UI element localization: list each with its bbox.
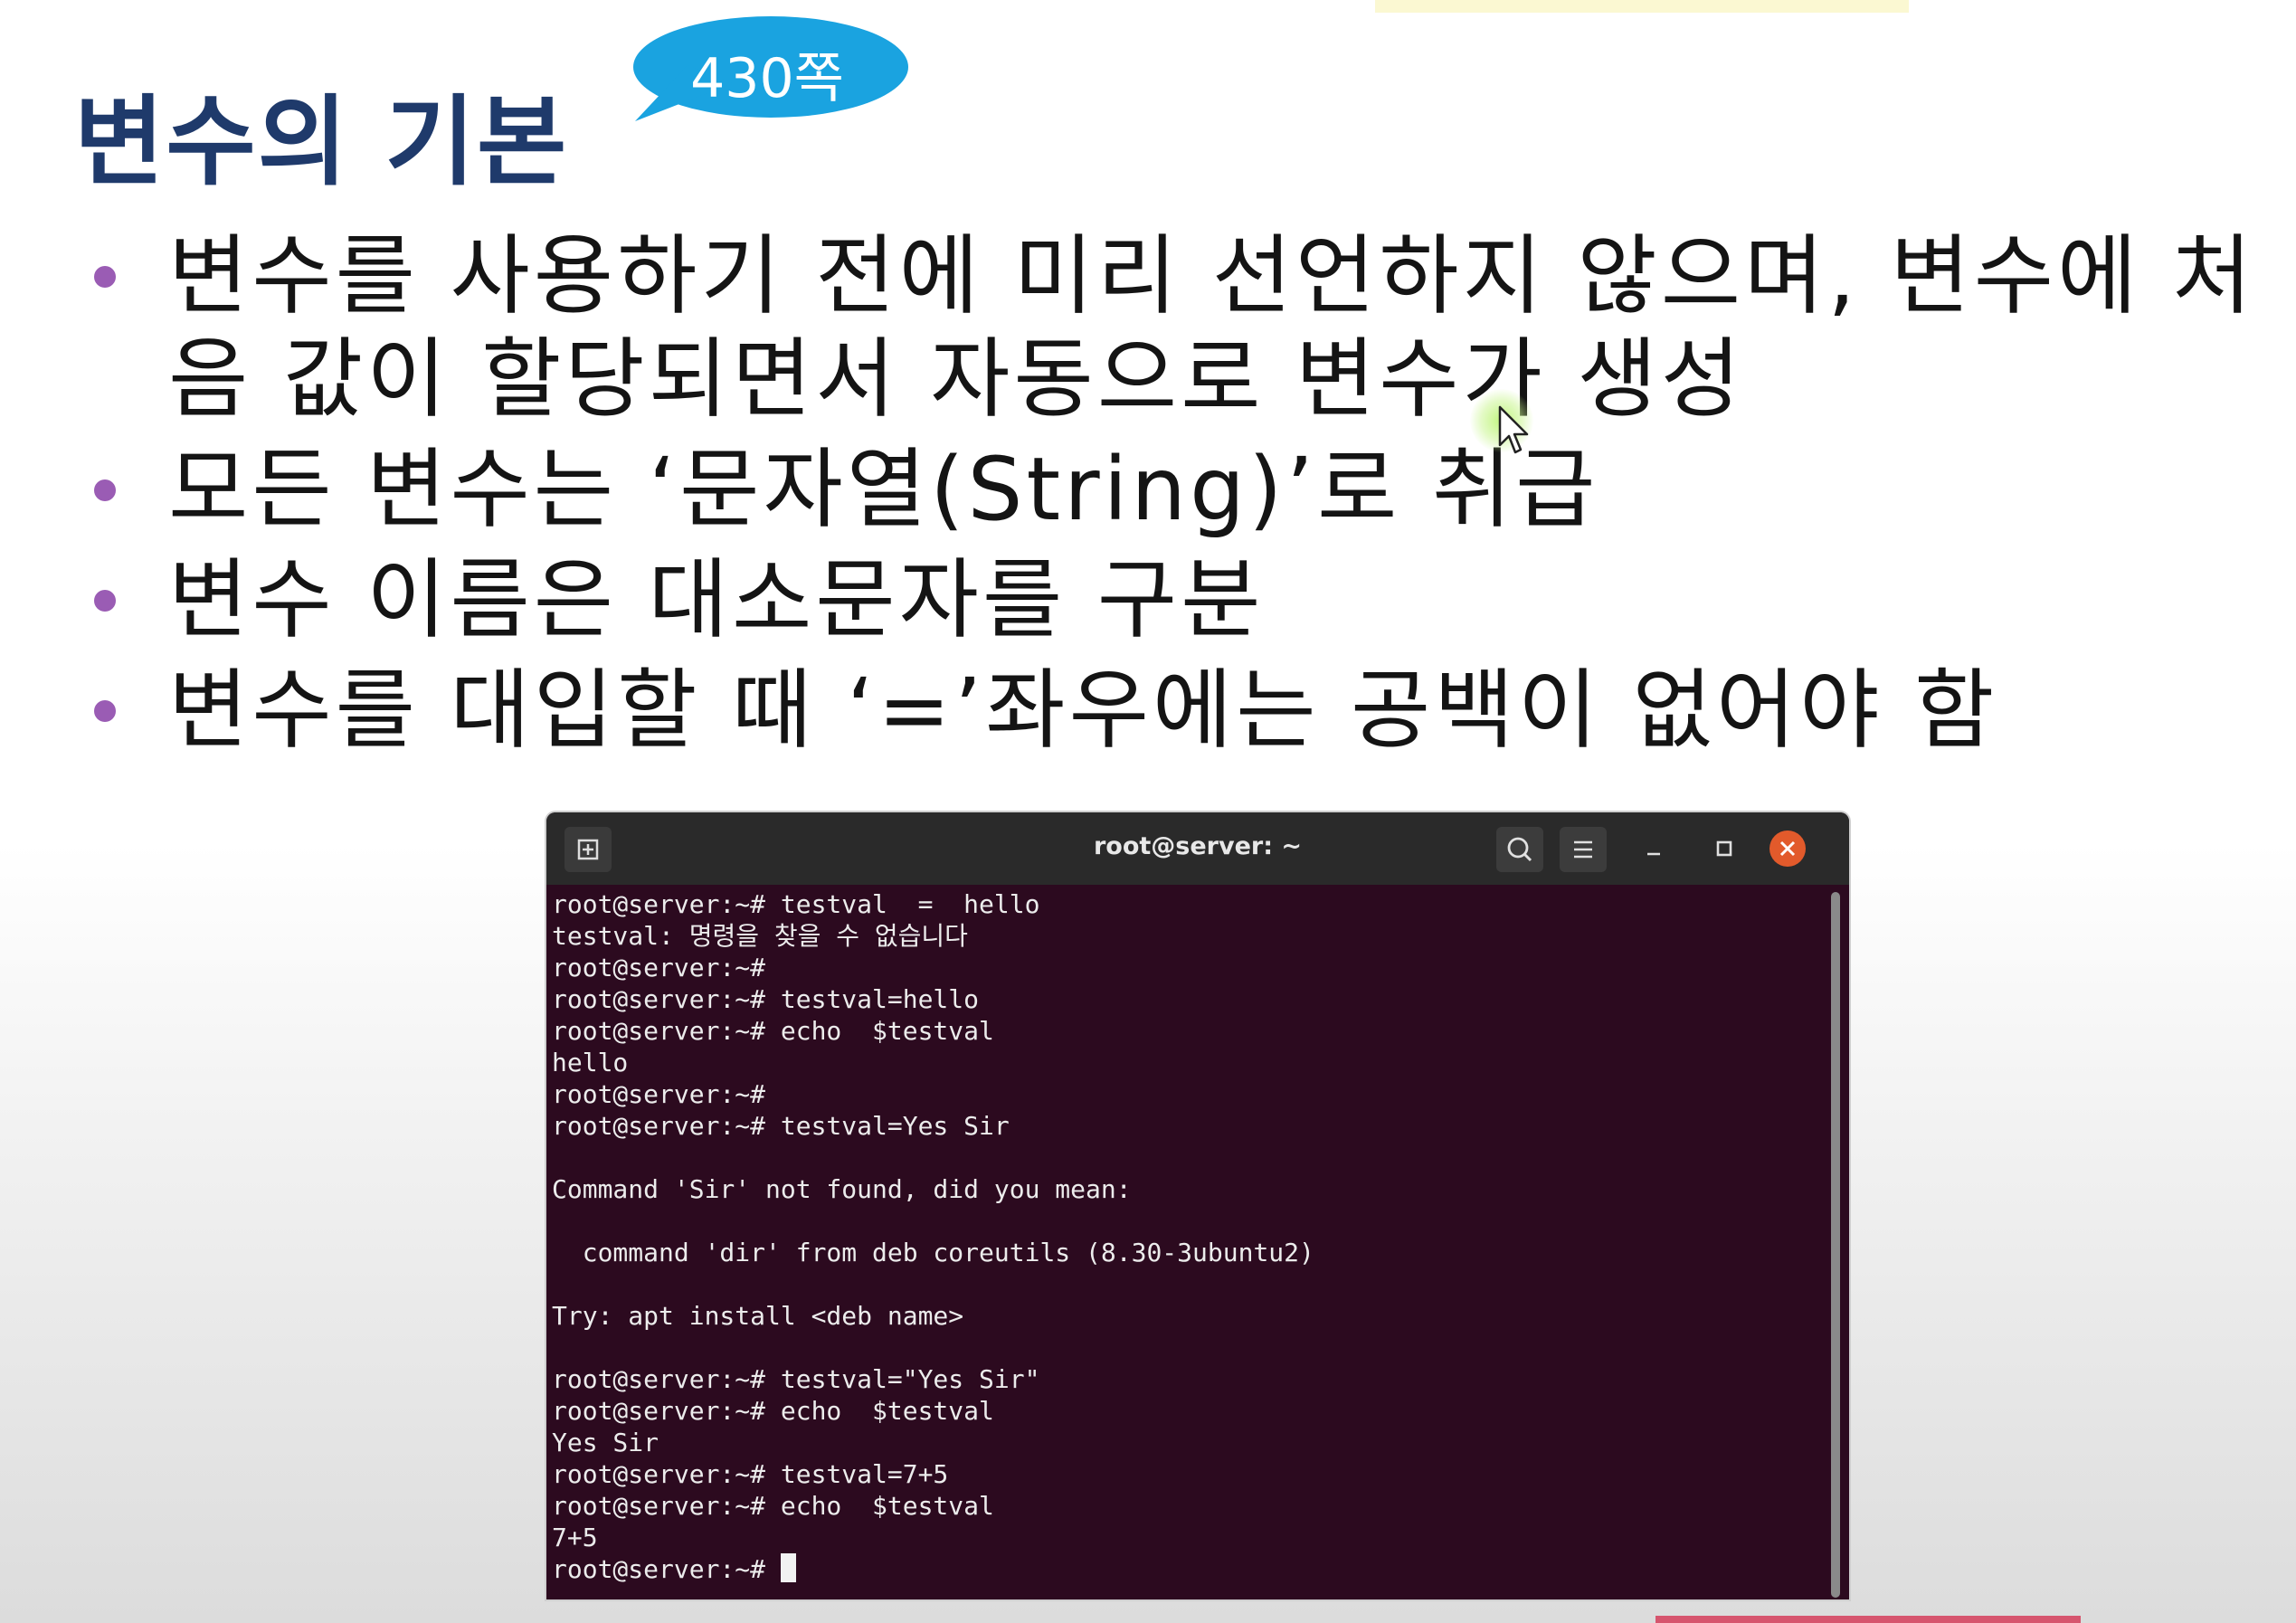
menu-button[interactable] <box>1560 827 1607 872</box>
bullet-text: 변수를 대입할 때 ‘=’좌우에는 공백이 없어야 함 <box>168 660 1998 761</box>
close-button[interactable] <box>1769 830 1806 867</box>
terminal-line: root@server:~# echo $testval <box>552 1396 994 1426</box>
page-reference-text: 430쪽 <box>690 47 844 110</box>
terminal-line: root@server:~# testval="Yes Sir" <box>552 1364 1040 1394</box>
close-icon <box>1779 840 1796 857</box>
terminal-line: Yes Sir <box>552 1428 659 1457</box>
terminal-line: root@server:~# echo $testval <box>552 1016 994 1046</box>
terminal-line: testval: 명령을 찾을 수 없습니다 <box>552 921 968 951</box>
bullet-item: 변수를 사용하기 전에 미리 선언하지 않으며, 변수에 처음 값이 할당되면서… <box>87 224 2258 431</box>
text-cursor <box>780 1553 796 1582</box>
bullet-text: 변수 이름은 대소문자를 구분 <box>168 549 1265 650</box>
terminal-prompt-line[interactable]: root@server:~# <box>552 1553 1818 1585</box>
search-icon <box>1507 837 1532 862</box>
terminal-line: Command 'Sir' not found, did you mean: <box>552 1174 1132 1204</box>
terminal-line: command 'dir' from deb coreutils (8.30-3… <box>552 1238 1314 1267</box>
maximize-icon[interactable] <box>1703 827 1746 870</box>
search-button[interactable] <box>1496 827 1543 872</box>
bullet-list: 변수를 사용하기 전에 미리 선언하지 않으며, 변수에 처음 값이 할당되면서… <box>87 224 2258 769</box>
terminal-line: root@server:~# <box>552 953 766 982</box>
terminal-output[interactable]: root@server:~# testval = hello testval: 명… <box>552 888 1818 1594</box>
page-reference-bubble: 430쪽 <box>624 13 910 127</box>
bullet-text: 변수를 사용하기 전에 미리 선언하지 않으며, 변수에 처음 값이 할당되면서… <box>168 225 2256 430</box>
terminal-line: root@server:~# testval=Yes Sir <box>552 1111 1010 1141</box>
slide-title: 변수의 기본 <box>74 86 569 199</box>
bullet-item: 변수 이름은 대소문자를 구분 <box>87 548 2258 651</box>
bottom-accent-strip <box>1656 1616 2081 1623</box>
terminal-line: hello <box>552 1048 629 1077</box>
bullet-item: 모든 변수는 ‘문자열(String)’로 취급 <box>87 438 2258 541</box>
terminal-line: Try: apt install <deb name> <box>552 1301 964 1331</box>
minimize-icon[interactable] <box>1632 827 1675 870</box>
terminal-titlebar[interactable]: root@server: ~ <box>546 812 1849 885</box>
terminal-line: 7+5 <box>552 1523 598 1552</box>
terminal-line: root@server:~# <box>552 1079 766 1109</box>
terminal-line: root@server:~# echo $testval <box>552 1491 994 1521</box>
hamburger-menu-icon <box>1574 840 1592 859</box>
bullet-text: 모든 변수는 ‘문자열(String)’로 취급 <box>168 439 1599 540</box>
terminal-line: root@server:~# testval=7+5 <box>552 1459 949 1489</box>
terminal-prompt: root@server:~# <box>552 1554 766 1584</box>
bullet-dot <box>94 479 116 501</box>
terminal-line: root@server:~# testval = hello <box>552 889 1040 919</box>
terminal-line: root@server:~# testval=hello <box>552 984 980 1014</box>
terminal-scrollbar[interactable] <box>1831 892 1840 1598</box>
bullet-item: 변수를 대입할 때 ‘=’좌우에는 공백이 없어야 함 <box>87 659 2258 762</box>
bullet-dot <box>94 266 116 288</box>
bullet-dot <box>94 590 116 612</box>
mouse-pointer-icon <box>1498 405 1529 454</box>
bullet-dot <box>94 700 116 722</box>
terminal-window[interactable]: root@server: ~ root@server:~# testval = … <box>546 812 1849 1599</box>
top-highlight-strip <box>1375 0 1909 13</box>
